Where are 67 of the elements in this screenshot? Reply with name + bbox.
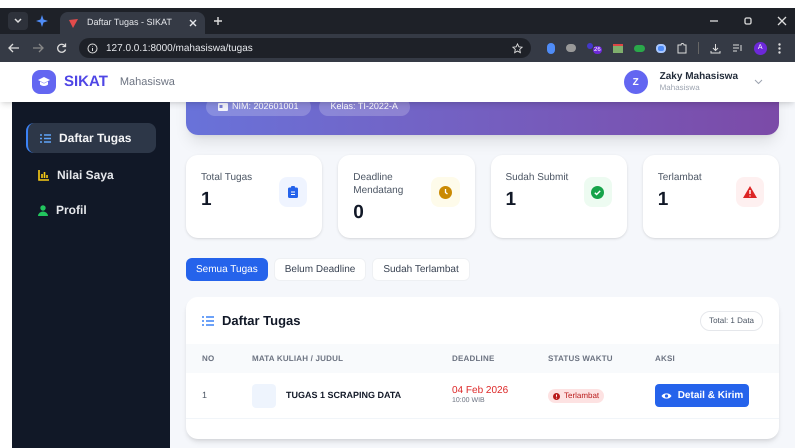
warning-icon — [742, 186, 757, 198]
column-header: STATUS WAKTU — [548, 352, 614, 364]
more-icon[interactable] — [778, 42, 781, 54]
sidebar-item[interactable]: Profil — [26, 197, 156, 223]
sparkle-icon[interactable] — [36, 15, 48, 27]
info-icon[interactable] — [87, 42, 98, 54]
check-circle-icon — [591, 186, 604, 198]
extension-icon[interactable] — [656, 44, 666, 52]
browser-tab[interactable]: Daftar Tugas - SIKAT — [60, 12, 205, 34]
list-icon — [202, 316, 214, 326]
row-number: 1 — [202, 388, 208, 402]
tab-title: Daftar Tugas - SIKAT — [87, 16, 173, 30]
brand-subtitle: Mahasiswa — [120, 74, 175, 90]
filter-tab[interactable]: Semua Tugas — [186, 258, 268, 281]
deadline-date: 04 Feb 2026 — [452, 384, 510, 397]
sidebar-item[interactable]: Daftar Tugas — [26, 123, 156, 153]
restore-icon[interactable] — [743, 16, 753, 26]
alert-icon — [553, 392, 560, 400]
table-title: Daftar Tugas — [222, 312, 300, 330]
star-icon[interactable] — [512, 42, 523, 54]
new-tab-icon[interactable] — [213, 16, 223, 26]
close-icon[interactable] — [189, 19, 197, 27]
filter-tab[interactable]: Belum Deadline — [274, 258, 366, 281]
stat-value: 1 — [658, 188, 670, 212]
close-window-icon[interactable] — [777, 16, 787, 26]
chart-icon — [38, 170, 49, 180]
user-avatar[interactable]: Z — [624, 70, 648, 94]
column-header: AKSI — [655, 352, 676, 364]
stat-label: Terlambat — [658, 171, 703, 184]
media-icon[interactable] — [732, 43, 743, 53]
eye-icon — [660, 392, 672, 400]
column-header: MATA KULIAH / JUDUL — [252, 352, 344, 364]
status-badge: Terlambat — [548, 389, 604, 403]
user-role: Mahasiswa — [660, 83, 701, 94]
stat-value: 0 — [353, 201, 365, 225]
list-icon — [40, 134, 51, 142]
site-favicon — [68, 18, 79, 28]
filter-tab[interactable]: Sudah Terlambat — [372, 258, 470, 281]
extension-icon[interactable] — [547, 42, 555, 54]
total-count: Total: 1 Data — [700, 310, 763, 330]
stat-value: 1 — [201, 188, 213, 212]
column-header: NO — [202, 352, 216, 364]
sidebar-item[interactable]: Nilai Saya — [26, 162, 156, 188]
reload-icon[interactable] — [56, 42, 67, 54]
stat-value: 1 — [506, 188, 518, 212]
address-bar[interactable]: 127.0.0.1:8000/mahasiswa/tugas — [79, 38, 531, 58]
brand-name: SIKAT — [64, 72, 108, 92]
calendar-icon[interactable] — [612, 44, 623, 52]
clipboard-icon — [288, 186, 298, 198]
forward-icon[interactable] — [32, 43, 44, 53]
user-icon — [38, 204, 48, 216]
puzzle-icon[interactable] — [676, 42, 687, 54]
detail-button[interactable]: Detail & Kirim — [655, 384, 749, 407]
download-icon[interactable] — [710, 42, 721, 54]
stat-label: Sudah Submit — [506, 171, 570, 184]
chevron-down-icon — [14, 18, 22, 24]
extension-icon[interactable] — [634, 44, 645, 52]
clock-icon — [438, 186, 452, 198]
tab-search-button[interactable] — [8, 12, 28, 30]
stat-label: Deadline Mendatang — [353, 171, 404, 197]
logo-icon — [32, 70, 56, 94]
back-icon[interactable] — [8, 43, 20, 53]
column-header: DEADLINE — [452, 352, 496, 364]
task-title: TUGAS 1 SCRAPING DATA — [286, 388, 402, 402]
url-text: 127.0.0.1:8000/mahasiswa/tugas — [106, 42, 254, 56]
user-name: Zaky Mahasiswa — [660, 70, 738, 84]
stat-label: Total Tugas — [201, 171, 254, 184]
